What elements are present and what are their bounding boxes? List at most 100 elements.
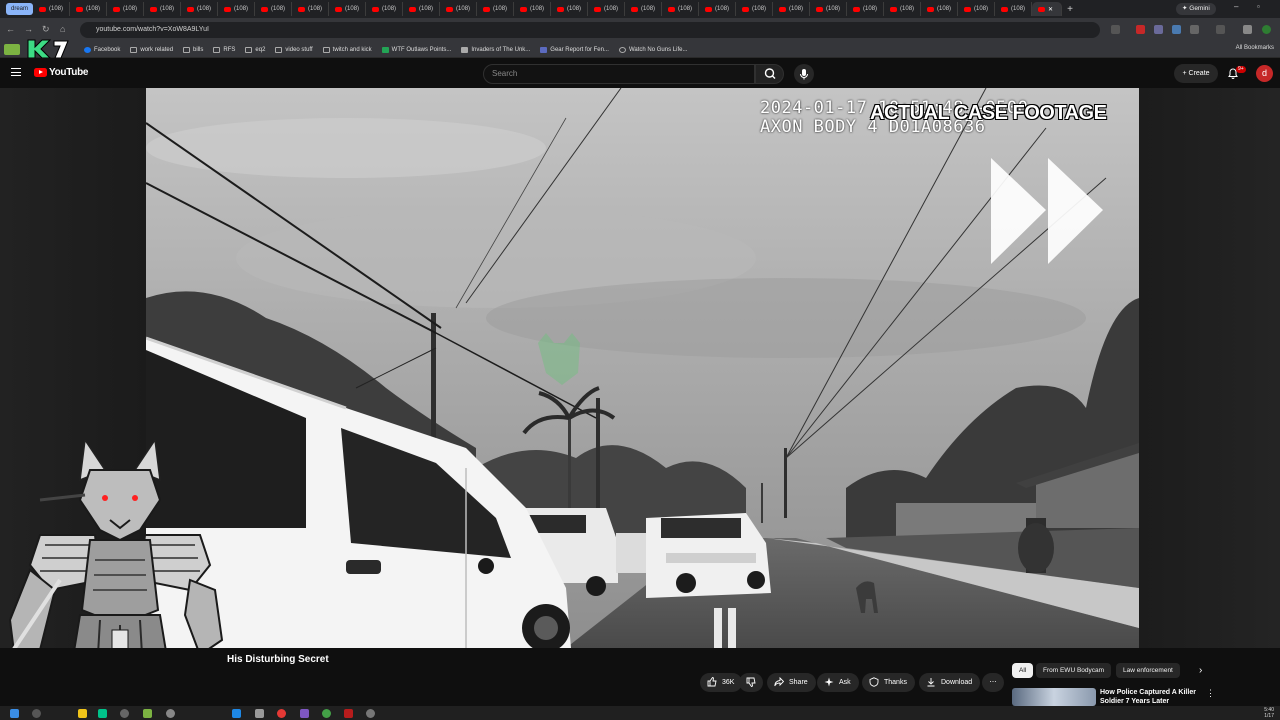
ask-button[interactable]: Ask	[817, 673, 859, 692]
settings-gear-icon[interactable]	[366, 709, 375, 718]
download-button[interactable]: Download	[919, 673, 981, 692]
like-button[interactable]: 36K	[700, 673, 743, 692]
extensions-puzzle-icon[interactable]	[1190, 25, 1199, 34]
browser-tab[interactable]: (108)	[884, 2, 922, 16]
browser-tab[interactable]: (108)	[773, 2, 811, 16]
browser-tab[interactable]: (108)	[477, 2, 515, 16]
app-icon[interactable]	[232, 709, 241, 718]
recommended-thumbnail[interactable]	[1012, 688, 1096, 706]
more-actions-button[interactable]: ⋯	[982, 673, 1004, 692]
bookmark-folder[interactable]: bills	[183, 46, 203, 53]
browser-tab[interactable]: (108)	[847, 2, 885, 16]
forward-icon[interactable]: →	[24, 24, 33, 34]
chrome-icon[interactable]	[277, 709, 286, 718]
windows-start-icon[interactable]	[10, 709, 19, 718]
browser-tab[interactable]: (108)	[662, 2, 700, 16]
recommended-title[interactable]: How Police Captured A Killer Soldier 7 Y…	[1100, 688, 1200, 706]
browser-tab[interactable]: (108)	[699, 2, 737, 16]
search-input[interactable]: Search	[483, 64, 755, 84]
app-icon[interactable]	[322, 709, 331, 718]
create-button[interactable]: + Create	[1174, 64, 1218, 83]
reload-icon[interactable]: ↻	[42, 24, 50, 35]
app-icon[interactable]	[166, 709, 175, 718]
bookmark-folder[interactable]: RFS	[213, 46, 235, 53]
browser-tab[interactable]: (108)	[403, 2, 441, 16]
browser-tab[interactable]: (108)	[551, 2, 589, 16]
browser-tab[interactable]: (108)	[255, 2, 293, 16]
browser-tab[interactable]: (108)	[107, 2, 145, 16]
bookmark-folder[interactable]: eq2	[245, 46, 265, 53]
browser-tab[interactable]: ✕	[1032, 2, 1063, 16]
address-bar[interactable]: youtube.com/watch?v=XoW8A9LYuI	[80, 22, 1100, 38]
share-button[interactable]: Share	[767, 673, 816, 692]
bookmark-folder[interactable]: twitch and kick	[322, 46, 372, 53]
app-icon[interactable]	[344, 709, 353, 718]
system-clock[interactable]: 5:40 1/17	[1264, 707, 1274, 719]
folder-icon	[213, 46, 221, 53]
browser-tab[interactable]: (108)	[440, 2, 478, 16]
file-explorer-icon[interactable]	[78, 709, 87, 718]
browser-tab[interactable]: (108)	[921, 2, 959, 16]
more-vertical-icon[interactable]: ⋮	[1206, 688, 1215, 699]
new-tab-button[interactable]: +	[1062, 4, 1078, 15]
account-avatar[interactable]: d	[1256, 65, 1273, 82]
menu-icon[interactable]	[11, 68, 21, 76]
close-tab-icon[interactable]: ✕	[1048, 6, 1053, 13]
youtube-logo-text[interactable]: YouTube	[49, 67, 89, 78]
app-icon[interactable]	[300, 709, 309, 718]
browser-tab[interactable]: (108)	[70, 2, 108, 16]
chevron-right-icon[interactable]: ›	[1199, 665, 1202, 676]
browser-tab[interactable]: (108)	[329, 2, 367, 16]
browser-tab[interactable]: (108)	[625, 2, 663, 16]
app-icon[interactable]	[143, 709, 152, 718]
thanks-button[interactable]: Thanks	[862, 673, 915, 692]
browser-tab[interactable]: (108)	[995, 2, 1033, 16]
download-icon	[927, 678, 935, 687]
bookmark-link[interactable]: Invaders of The Unk...	[461, 46, 530, 53]
browser-tab[interactable]: (108)	[514, 2, 552, 16]
extension-icon[interactable]	[1136, 25, 1145, 34]
youtube-logo-icon[interactable]	[34, 68, 47, 77]
voice-search-button[interactable]	[794, 64, 814, 84]
chip-all[interactable]: All	[1012, 663, 1034, 678]
chip-law-enforcement[interactable]: Law enforcement	[1116, 663, 1180, 678]
dislike-button[interactable]	[739, 673, 763, 692]
bookmark-link[interactable]: Gear Report for Fen...	[540, 46, 609, 53]
sidebar-icon[interactable]	[1216, 25, 1225, 34]
home-icon[interactable]: ⌂	[60, 24, 65, 34]
tab-group-label[interactable]: dream	[6, 3, 34, 15]
video-player[interactable]: 2024-01-17 10:51:48 -0500 AXON BODY 4 D0…	[146, 88, 1139, 648]
extension-icon[interactable]	[1154, 25, 1163, 34]
browser-tab[interactable]: (108)	[292, 2, 330, 16]
all-bookmarks[interactable]: All Bookmarks	[1236, 45, 1274, 51]
gemini-button[interactable]: ✦ Gemini	[1176, 3, 1216, 15]
app-icon[interactable]	[98, 709, 107, 718]
browser-tab[interactable]: (108)	[736, 2, 774, 16]
bookmark-folder[interactable]: video stuff	[275, 46, 313, 53]
profile-icon[interactable]	[1243, 25, 1252, 34]
app-icon[interactable]	[120, 709, 129, 718]
browser-tab[interactable]: (108)	[810, 2, 848, 16]
browser-tab[interactable]: (108)	[218, 2, 256, 16]
search-icon[interactable]	[32, 709, 41, 718]
bookmark-star-icon[interactable]	[1111, 25, 1120, 34]
bookmark-link[interactable]: WTF Outlaws Points...	[381, 46, 451, 53]
browser-tab[interactable]: (108)	[366, 2, 404, 16]
back-icon[interactable]: ←	[6, 24, 15, 34]
search-button[interactable]	[755, 64, 784, 84]
chip-from-channel[interactable]: From EWU Bodycam	[1036, 663, 1112, 678]
bookmark-facebook[interactable]: Facebook	[84, 46, 120, 53]
extension-icon[interactable]	[1172, 25, 1181, 34]
minimize-icon[interactable]: –	[1234, 2, 1238, 11]
browser-tab[interactable]: (108)	[144, 2, 182, 16]
bookmark-link[interactable]: Watch No Guns Life...	[618, 46, 687, 53]
bookmark-folder[interactable]: work related	[130, 46, 173, 53]
browser-tab[interactable]: (108)	[181, 2, 219, 16]
browser-tab[interactable]: (108)	[588, 2, 626, 16]
account-avatar-icon[interactable]	[1262, 25, 1271, 34]
music-bookmark-icon[interactable]	[4, 44, 20, 55]
browser-tab[interactable]: (108)	[33, 2, 71, 16]
app-icon[interactable]	[255, 709, 264, 718]
maximize-icon[interactable]: ▫	[1257, 2, 1260, 11]
browser-tab[interactable]: (108)	[958, 2, 996, 16]
